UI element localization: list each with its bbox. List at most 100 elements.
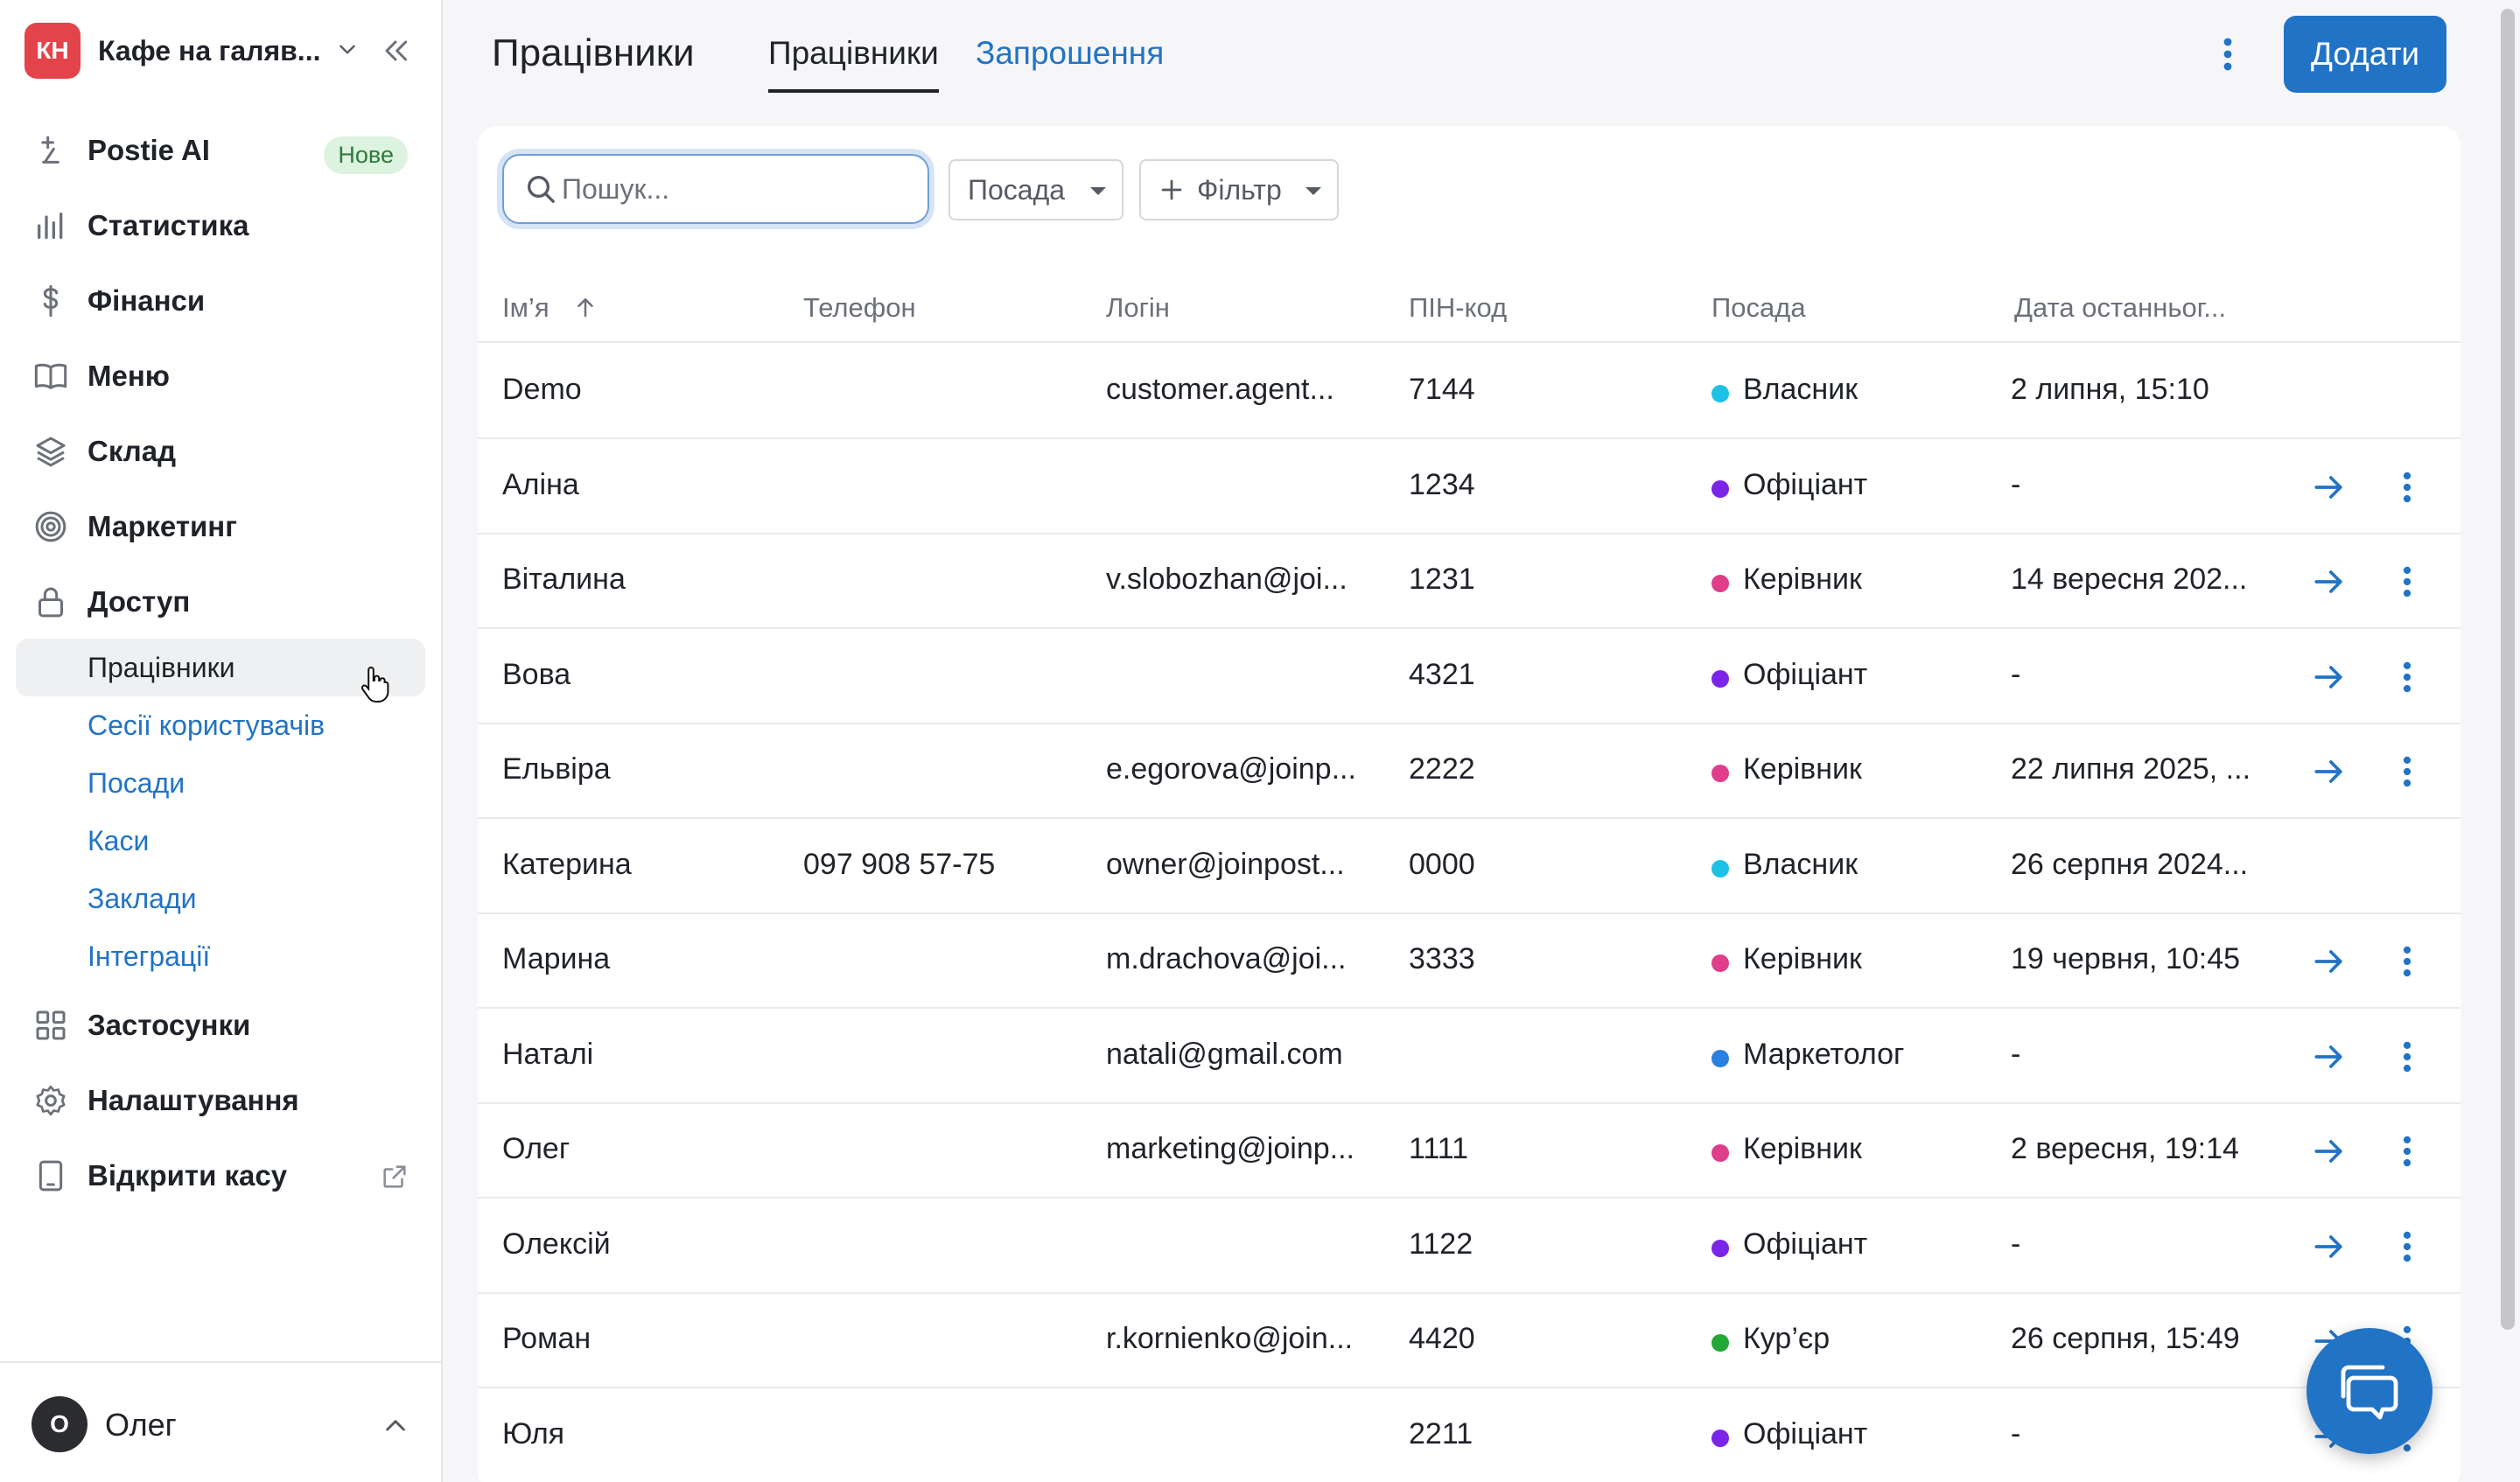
row-more-options-icon[interactable] (2394, 942, 2420, 985)
search-icon (523, 171, 558, 211)
arrow-right-icon[interactable] (2310, 1227, 2348, 1270)
sidebar-subitem-label: Каси (88, 824, 150, 856)
venue-switcher[interactable]: КН Кафе на галяв... (24, 23, 359, 79)
scrollbar-thumb[interactable] (2501, 9, 2515, 1330)
external-link-icon (380, 1162, 410, 1196)
arrow-right-icon[interactable] (2310, 1038, 2348, 1080)
sidebar-item-access[interactable]: Доступ (16, 570, 425, 633)
column-header-login[interactable]: Логін (1106, 292, 1170, 324)
search-input[interactable] (562, 168, 912, 210)
column-header-pin[interactable]: ПІН-код (1409, 292, 1507, 324)
employee-name: Віталина (502, 563, 626, 596)
sidebar-item-statistics[interactable]: Статистика (16, 194, 425, 257)
column-header-name[interactable]: Ім’я (502, 292, 598, 327)
sidebar: КН Кафе на галяв... Postie AI Нове Стати… (0, 0, 443, 1482)
sort-ascending-icon (572, 294, 598, 327)
sparkle-icon (33, 133, 68, 168)
sidebar-item-open-register[interactable]: Відкрити касу (16, 1144, 425, 1207)
row-more-options-icon[interactable] (2394, 563, 2420, 605)
more-options-icon[interactable] (2214, 35, 2242, 78)
employee-name: Олексій (502, 1227, 611, 1261)
position-color-dot (1712, 765, 1729, 782)
employee-name: Ельвіра (502, 752, 611, 786)
employee-login: natali@gmail.com (1106, 1037, 1343, 1071)
table-row[interactable]: Роман r.kornienko@join... 4420 Кур’єр 26 сер… (478, 1294, 2460, 1388)
sidebar-item-menu[interactable]: Меню (16, 345, 425, 408)
employee-pin: 0000 (1409, 847, 1475, 881)
add-filter-button[interactable]: Фільтр (1139, 159, 1339, 220)
sidebar-item-apps[interactable]: Застосунки (16, 994, 425, 1057)
position-filter-dropdown[interactable]: Посада (948, 159, 1124, 220)
tab-invitations[interactable]: Запрошення (976, 35, 1164, 72)
table-header: Ім’я Телефон Логін ПІН-код Посада Дата о… (478, 275, 2460, 343)
sidebar-item-settings[interactable]: Налаштування (16, 1069, 425, 1132)
employee-pin: 4420 (1409, 1322, 1475, 1355)
arrow-right-icon[interactable] (2310, 563, 2348, 605)
user-menu[interactable]: О Олег (0, 1361, 441, 1482)
arrow-right-icon[interactable] (2310, 942, 2348, 985)
column-header-phone[interactable]: Телефон (803, 292, 916, 324)
position-color-dot (1712, 669, 1729, 688)
employee-last-date: - (2011, 1227, 2021, 1261)
sidebar-subitem-integrations[interactable]: Інтеграції (16, 927, 425, 985)
page-scrollbar[interactable] (2497, 0, 2520, 1482)
sidebar-item-marketing[interactable]: Маркетинг (16, 495, 425, 558)
table-row[interactable]: Наталі natali@gmail.com Маркетолог - (478, 1010, 2460, 1104)
employee-last-date: 2 липня, 15:10 (2011, 373, 2209, 406)
employee-position: Керівник (1743, 752, 1862, 786)
position-color-dot (1712, 479, 1729, 498)
row-more-options-icon[interactable] (2394, 468, 2420, 511)
employee-pin: 1111 (1409, 1132, 1469, 1165)
table-row[interactable]: Катерина 097 908 57-75 owner@joinpost... 00… (478, 820, 2460, 914)
position-color-dot (1712, 1334, 1729, 1352)
sidebar-item-label: Меню (88, 360, 170, 392)
table-row[interactable]: Ельвіра e.egorova@joinp... 2222 Керівник 22 … (478, 724, 2460, 819)
sidebar-item-label: Маркетинг (88, 510, 237, 542)
arrow-right-icon[interactable] (2310, 1132, 2348, 1175)
column-header-last-date[interactable]: Дата останньог... (2014, 292, 2226, 324)
position-filter-label: Посада (968, 173, 1066, 206)
table-row[interactable]: Юля 2211 Офіціант - (478, 1389, 2460, 1482)
support-chat-button[interactable] (2306, 1328, 2432, 1454)
tab-employees[interactable]: Працівники (768, 35, 939, 93)
row-more-options-icon[interactable] (2394, 1038, 2420, 1080)
sidebar-item-finance[interactable]: Фінанси (16, 269, 425, 332)
sidebar-item-label: Застосунки (88, 1009, 251, 1041)
position-color-dot (1712, 1429, 1729, 1447)
employee-phone: 097 908 57-75 (803, 847, 996, 881)
arrow-right-icon[interactable] (2310, 468, 2348, 511)
table-row[interactable]: Марина m.drachova@joi... 3333 Керівник 19 че… (478, 914, 2460, 1009)
row-more-options-icon[interactable] (2394, 658, 2420, 701)
employee-last-date: 22 липня 2025, ... (2011, 752, 2251, 786)
sidebar-item-warehouse[interactable]: Склад (16, 420, 425, 483)
sidebar-subitem-cash-registers[interactable]: Каси (16, 812, 425, 870)
table-row[interactable]: Demo customer.agent... 7144 Власник 2 липня,… (478, 345, 2460, 439)
column-header-position[interactable]: Посада (1712, 292, 1806, 324)
employee-last-date: 26 серпня, 15:49 (2011, 1322, 2240, 1355)
arrow-right-icon[interactable] (2310, 752, 2348, 795)
add-filter-label: Фільтр (1197, 173, 1282, 206)
new-badge: Нове (324, 136, 408, 174)
search-box[interactable] (502, 154, 929, 224)
chevron-up-icon (382, 1412, 410, 1444)
table-row[interactable]: Аліна 1234 Офіціант - (478, 440, 2460, 535)
sidebar-subitem-positions[interactable]: Посади (16, 754, 425, 812)
table-row[interactable]: Олексій 1122 Офіціант - (478, 1199, 2460, 1294)
add-button[interactable]: Додати (2284, 16, 2446, 93)
table-row[interactable]: Вова 4321 Офіціант - (478, 630, 2460, 724)
sidebar-subitem-label: Заклади (88, 882, 197, 914)
arrow-right-icon[interactable] (2310, 658, 2348, 701)
employee-last-date: - (2011, 1037, 2021, 1071)
sidebar-subitem-venues[interactable]: Заклади (16, 870, 425, 927)
sidebar-item-postie-ai[interactable]: Postie AI Нове (16, 119, 425, 182)
employee-name: Олег (502, 1132, 570, 1165)
employee-last-date: - (2011, 467, 2021, 501)
employee-position: Кур’єр (1743, 1322, 1830, 1355)
row-more-options-icon[interactable] (2394, 752, 2420, 795)
collapse-sidebar-icon[interactable] (378, 33, 413, 73)
employee-position: Керівник (1743, 563, 1862, 596)
table-row[interactable]: Віталина v.slobozhan@joi... 1231 Керівник 14… (478, 535, 2460, 629)
row-more-options-icon[interactable] (2394, 1227, 2420, 1270)
row-more-options-icon[interactable] (2394, 1132, 2420, 1175)
table-row[interactable]: Олег marketing@joinp... 1111 Керівник 2 вере… (478, 1104, 2460, 1199)
